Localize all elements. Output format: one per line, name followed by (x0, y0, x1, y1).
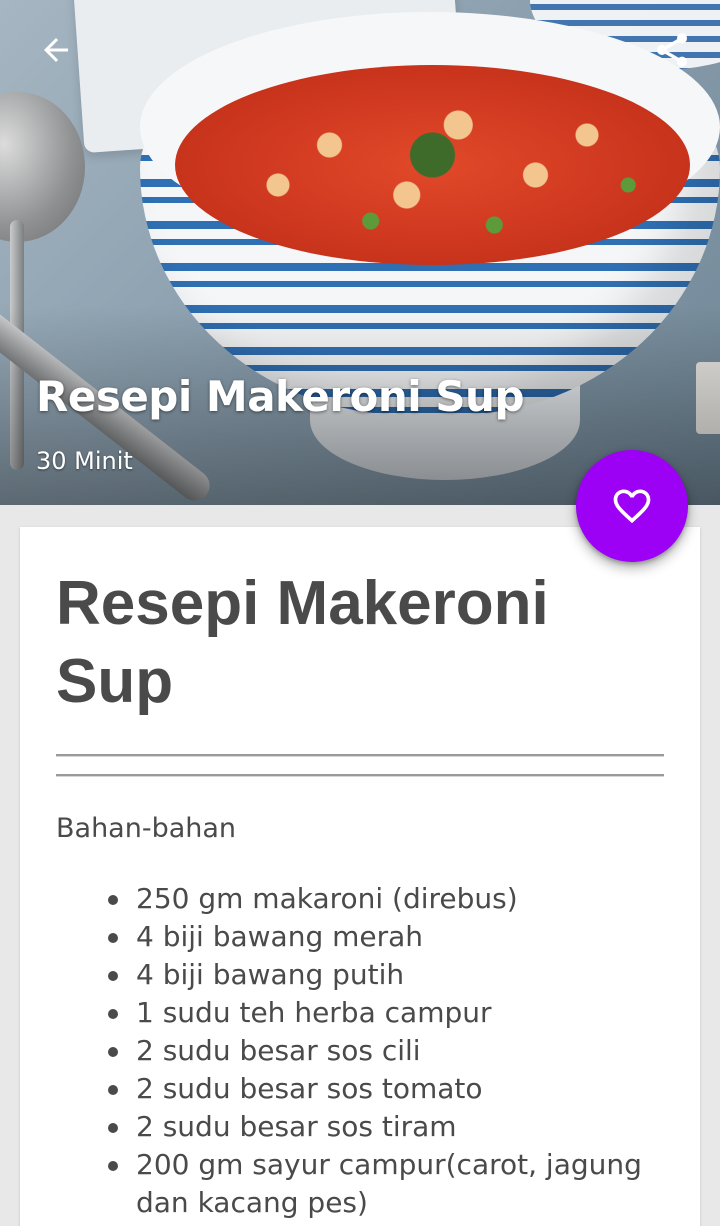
list-item: 4 biji bawang merah (56, 918, 656, 956)
ingredient-text: 200 gm sayur campur(carot, jagung dan ka… (136, 1148, 642, 1219)
ingredient-text: 2 sudu besar sos tiram (136, 1110, 457, 1143)
recipe-title: Resepi Makeroni Sup (56, 569, 549, 716)
ingredient-text: 2 sudu besar sos tomato (136, 1072, 483, 1105)
recipe-card: Resepi Makeroni Sup Bahan-bahan 250 gm m… (20, 527, 700, 1226)
hero-image (0, 0, 720, 505)
bullet (108, 1009, 118, 1019)
list-item: 2 sudu besar sos cili (56, 1032, 656, 1070)
list-item: 200 gm sayur campur(carot, jagung dan ka… (56, 1146, 656, 1222)
bullet (108, 1161, 118, 1171)
arrow-back-icon (44, 38, 68, 62)
ingredient-text: 1 sudu teh herba campur (136, 996, 492, 1029)
hero-title: Resepi Makeroni Sup (36, 372, 525, 421)
list-item: 1 sudu teh herba campur (56, 994, 656, 1032)
spoon-decoration (0, 92, 85, 242)
ingredient-text: 4 biji bawang putih (136, 958, 405, 991)
divider (56, 774, 664, 776)
cooking-time: 30 Minit (36, 447, 133, 475)
bullet (108, 1123, 118, 1133)
list-item: 2 sudu besar sos tomato (56, 1070, 656, 1108)
favorite-button[interactable] (576, 450, 688, 562)
heart-outline-icon (613, 489, 651, 524)
bullet (108, 971, 118, 981)
ingredient-text: 2 sudu besar sos cili (136, 1034, 421, 1067)
divider (56, 754, 664, 756)
ingredient-text: 4 biji bawang merah (136, 920, 424, 953)
bullet (108, 1047, 118, 1057)
soup (175, 65, 690, 265)
back-button[interactable] (32, 26, 80, 74)
list-item: 2 sudu besar sos tiram (56, 1108, 656, 1146)
list-item: 250 gm makaroni (direbus) (56, 880, 656, 918)
ingredients-list: 250 gm makaroni (direbus) 4 biji bawang … (56, 880, 656, 1222)
bullet (108, 933, 118, 943)
bullet (108, 895, 118, 905)
ingredients-heading: Bahan-bahan (56, 813, 237, 844)
share-button[interactable] (648, 26, 696, 74)
bullet (108, 1085, 118, 1095)
share-icon (657, 33, 687, 67)
ingredient-text: 250 gm makaroni (direbus) (136, 882, 518, 915)
list-item: 4 biji bawang putih (56, 956, 656, 994)
